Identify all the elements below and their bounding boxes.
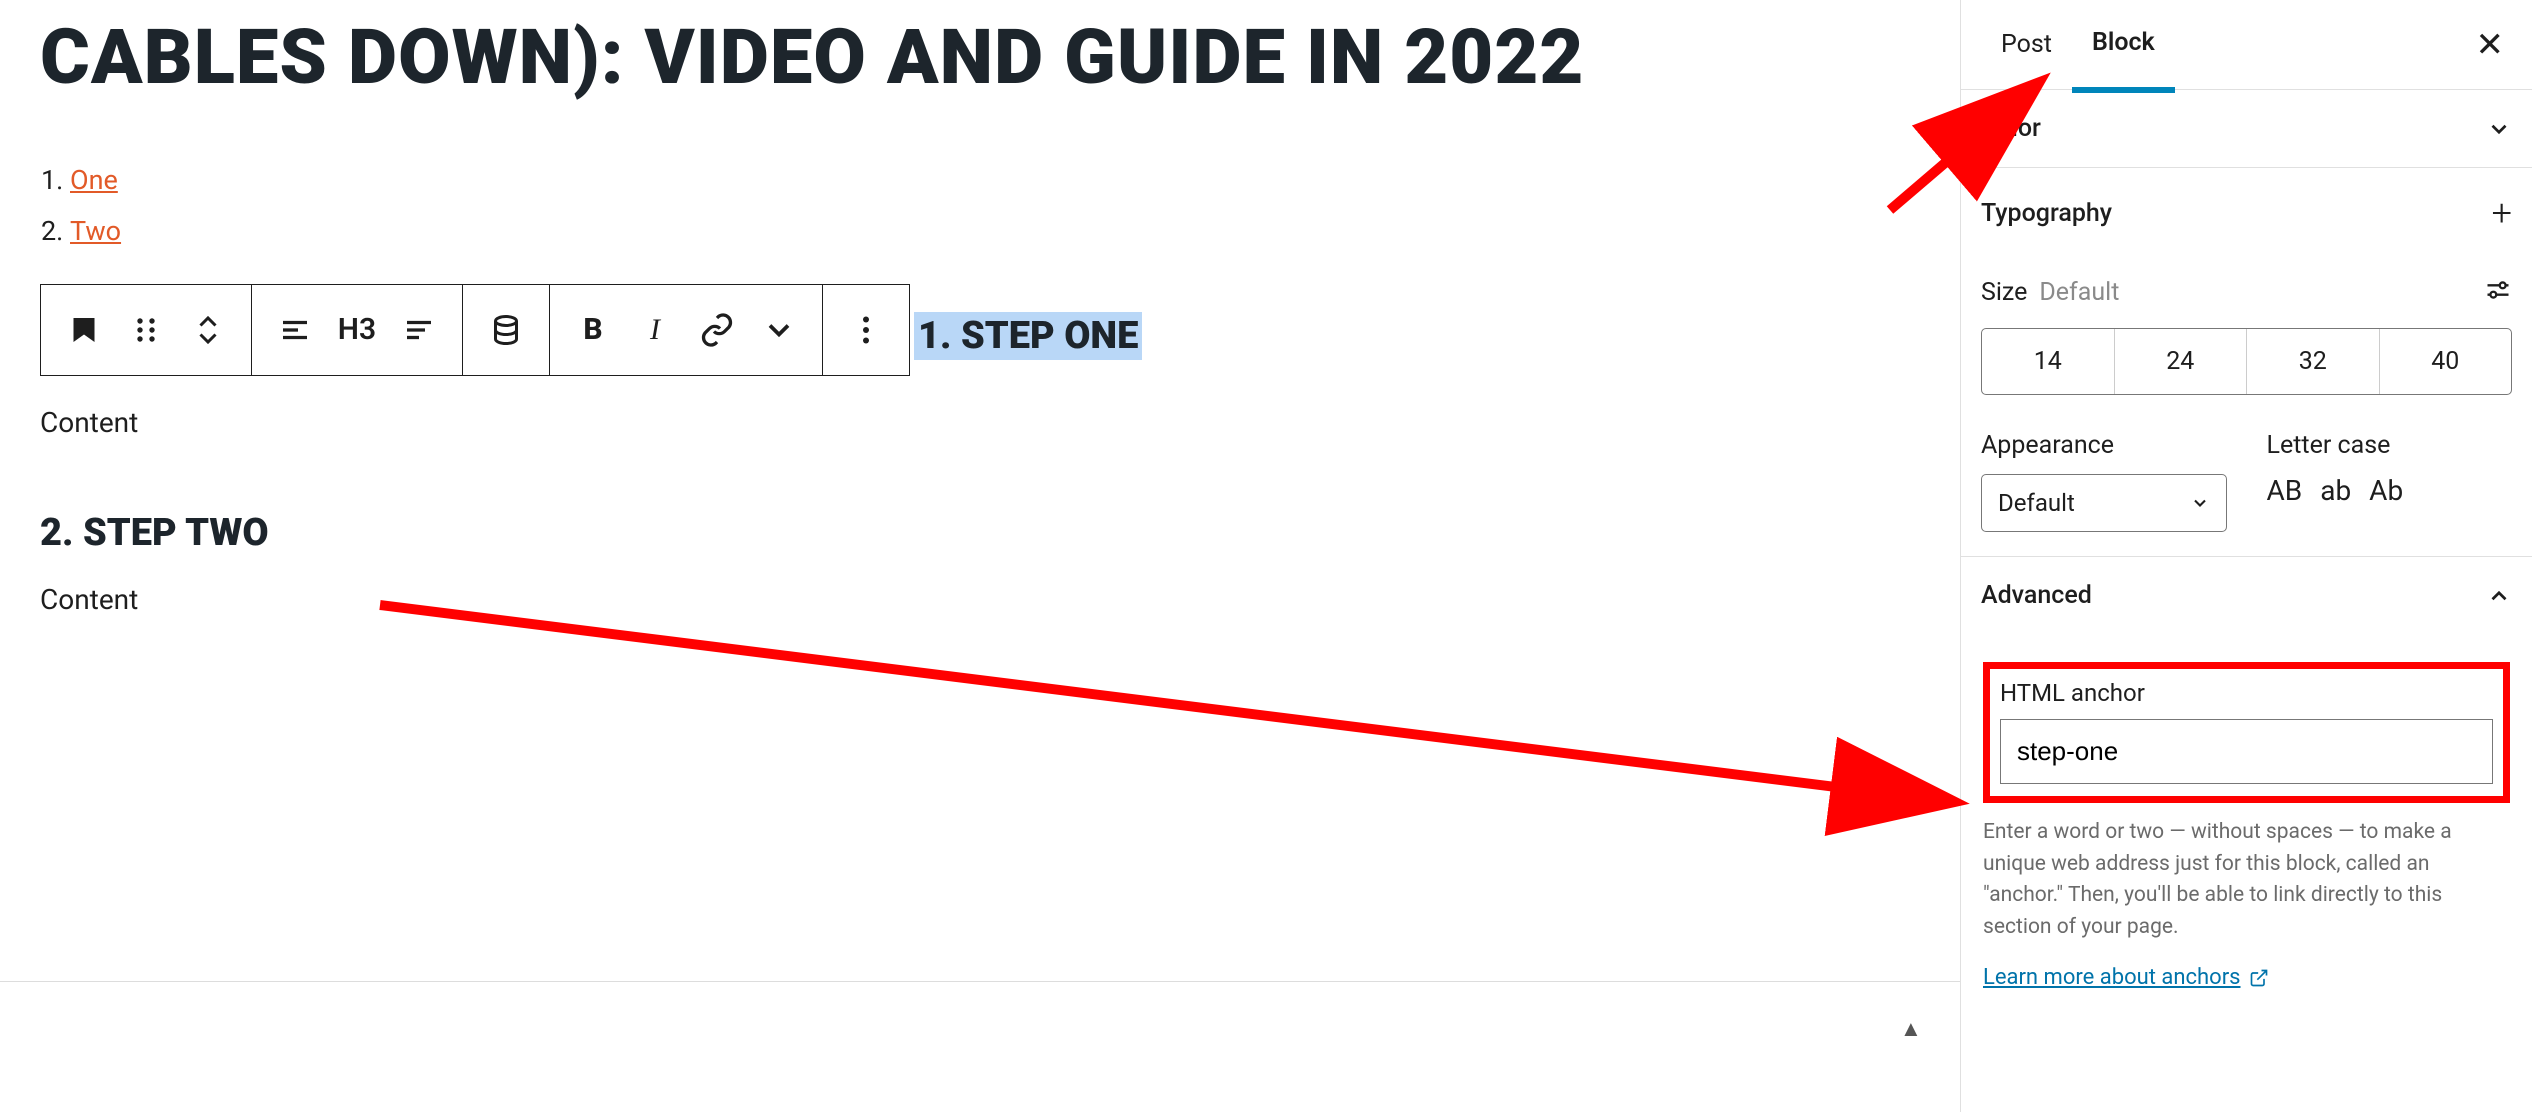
size-option[interactable]: 14 bbox=[1982, 329, 2115, 394]
block-toolbar: H3 B I bbox=[40, 284, 910, 376]
list-item: One bbox=[70, 155, 1920, 206]
size-option[interactable]: 40 bbox=[2380, 329, 2512, 394]
advanced-panel-body: HTML anchor Enter a word or two — withou… bbox=[1961, 634, 2532, 990]
html-anchor-label: HTML anchor bbox=[2000, 679, 2493, 707]
lettercase-label: Letter case bbox=[2267, 431, 2513, 460]
html-anchor-help: Enter a word or two — without spaces — t… bbox=[1983, 817, 2510, 943]
post-title[interactable]: CABLES DOWN): VIDEO AND GUIDE IN 2022 bbox=[40, 10, 1920, 105]
align-icon[interactable] bbox=[264, 286, 326, 374]
table-of-contents: One Two bbox=[70, 155, 1920, 258]
editor-canvas: CABLES DOWN): VIDEO AND GUIDE IN 2022 On… bbox=[0, 0, 1960, 1112]
typography-panel: Typography + Size Default 14 24 32 40 Ap… bbox=[1961, 168, 2532, 557]
font-size-buttons: 14 24 32 40 bbox=[1981, 328, 2512, 395]
chevron-up-icon bbox=[2486, 583, 2512, 609]
size-label: Size bbox=[1981, 278, 2027, 307]
color-panel[interactable]: Color bbox=[1961, 90, 2532, 168]
size-option[interactable]: 32 bbox=[2247, 329, 2380, 394]
block-type-icon[interactable] bbox=[53, 286, 115, 374]
heading-block[interactable]: 2. STEP TWO bbox=[40, 511, 1920, 555]
heading-block-selected[interactable]: 1. STEP ONE bbox=[914, 312, 1142, 360]
sidebar-tabs: Post Block ✕ bbox=[1961, 0, 2532, 90]
tab-block[interactable]: Block bbox=[2072, 0, 2175, 93]
toc-link-two[interactable]: Two bbox=[70, 215, 121, 247]
appearance-label: Appearance bbox=[1981, 431, 2227, 460]
annotation-highlight: HTML anchor bbox=[1983, 662, 2510, 803]
size-default: Default bbox=[2039, 278, 2119, 307]
list-item: Two bbox=[70, 206, 1920, 257]
advanced-panel-title: Advanced bbox=[1981, 581, 2092, 610]
learn-more-text: Learn more about anchors bbox=[1983, 965, 2241, 990]
lettercase-lower[interactable]: ab bbox=[2320, 474, 2351, 507]
link-button[interactable] bbox=[686, 286, 748, 374]
color-panel-title: Color bbox=[1981, 114, 2041, 143]
settings-sidebar: Post Block ✕ Color Typography + Size Def… bbox=[1960, 0, 2532, 1112]
chevron-down-icon bbox=[2190, 493, 2210, 513]
database-icon[interactable] bbox=[475, 286, 537, 374]
more-formatting-button[interactable] bbox=[748, 286, 810, 374]
options-button[interactable] bbox=[835, 286, 897, 374]
lettercase-cap[interactable]: Ab bbox=[2369, 474, 2403, 507]
size-option[interactable]: 24 bbox=[2115, 329, 2248, 394]
close-sidebar-button[interactable]: ✕ bbox=[2468, 17, 2513, 73]
heading-level-button[interactable]: H3 bbox=[326, 286, 388, 374]
text-align-icon[interactable] bbox=[388, 286, 450, 374]
paragraph-block[interactable]: Content bbox=[40, 583, 1920, 616]
bold-button[interactable]: B bbox=[562, 286, 624, 374]
paragraph-block[interactable]: Content bbox=[40, 406, 1920, 439]
tab-post[interactable]: Post bbox=[1981, 0, 2072, 89]
scroll-up-indicator: ▲ bbox=[1900, 1016, 1922, 1042]
chevron-down-icon bbox=[2486, 116, 2512, 142]
toc-link-one[interactable]: One bbox=[70, 164, 118, 196]
typography-panel-title: Typography bbox=[1981, 199, 2112, 228]
lettercase-upper[interactable]: AB bbox=[2267, 474, 2303, 507]
move-updown-icon[interactable] bbox=[177, 286, 239, 374]
divider bbox=[0, 981, 1960, 982]
external-link-icon bbox=[2249, 968, 2269, 988]
appearance-select[interactable]: Default bbox=[1981, 474, 2227, 532]
learn-more-link[interactable]: Learn more about anchors bbox=[1983, 965, 2269, 990]
sliders-icon[interactable] bbox=[2484, 276, 2512, 308]
lettercase-options: AB ab Ab bbox=[2267, 474, 2513, 507]
plus-icon[interactable]: + bbox=[2492, 192, 2512, 234]
advanced-panel-header[interactable]: Advanced bbox=[1961, 557, 2532, 634]
drag-handle-icon[interactable] bbox=[115, 286, 177, 374]
html-anchor-input[interactable] bbox=[2000, 719, 2493, 784]
italic-button[interactable]: I bbox=[624, 286, 686, 374]
appearance-value: Default bbox=[1998, 489, 2075, 517]
